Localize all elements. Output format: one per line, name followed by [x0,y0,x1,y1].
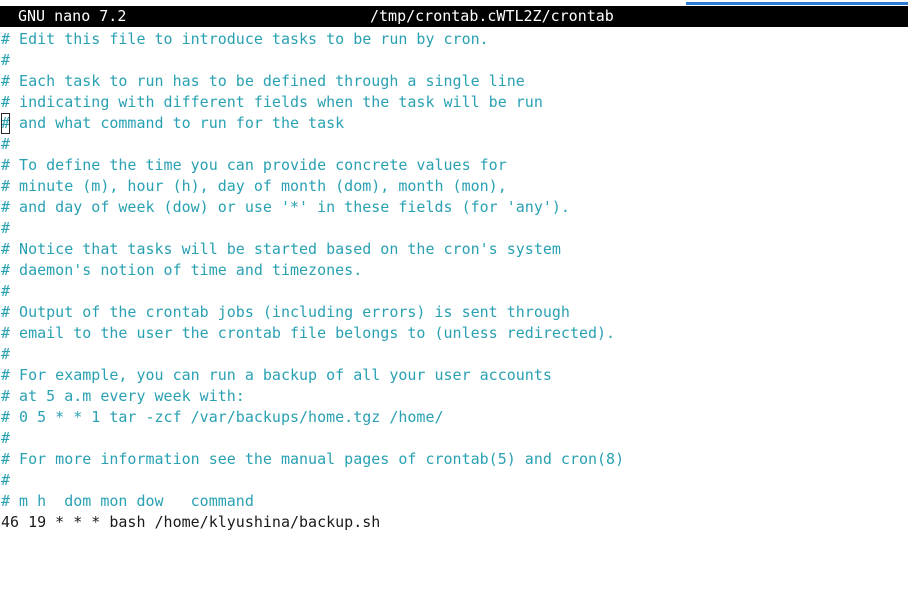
comment-line[interactable]: # at 5 a.m every week with: [1,386,907,407]
line-text: and what command to run for the task [10,114,345,132]
comment-line[interactable]: # [1,50,907,71]
comment-line[interactable]: # To define the time you can provide con… [1,155,907,176]
comment-line[interactable]: # Output of the crontab jobs (including … [1,302,907,323]
file-path-label: /tmp/crontab.cWTL2Z/crontab [370,7,614,25]
comment-line[interactable]: # For example, you can run a backup of a… [1,365,907,386]
window-accent-strip [686,2,908,5]
comment-line[interactable]: # email to the user the crontab file bel… [1,323,907,344]
app-version-label: GNU nano 7.2 [18,7,127,25]
comment-line[interactable]: # [1,470,907,491]
comment-line[interactable]: # [1,428,907,449]
comment-line[interactable]: # m h dom mon dow command [1,491,907,512]
comment-line[interactable]: # For more information see the manual pa… [1,449,907,470]
comment-line[interactable]: # 0 5 * * 1 tar -zcf /var/backups/home.t… [1,407,907,428]
comment-line[interactable]: # and day of week (dow) or use '*' in th… [1,197,907,218]
text-editor-area[interactable]: # Edit this file to introduce tasks to b… [1,29,907,533]
comment-line[interactable]: # Each task to run has to be defined thr… [1,71,907,92]
comment-line[interactable]: # indicating with different fields when … [1,92,907,113]
comment-line[interactable]: # [1,281,907,302]
nano-title-bar: GNU nano 7.2 /tmp/crontab.cWTL2Z/crontab [0,6,908,27]
comment-line[interactable]: # minute (m), hour (h), day of month (do… [1,176,907,197]
comment-line[interactable]: # [1,134,907,155]
comment-line[interactable]: # daemon's notion of time and timezones. [1,260,907,281]
comment-line[interactable]: # and what command to run for the task [1,113,907,134]
comment-line[interactable]: # [1,218,907,239]
comment-line[interactable]: # Edit this file to introduce tasks to b… [1,29,907,50]
comment-line[interactable]: # [1,344,907,365]
comment-line[interactable]: # Notice that tasks will be started base… [1,239,907,260]
text-cursor: # [1,113,11,134]
crontab-entry-line[interactable]: 46 19 * * * bash /home/klyushina/backup.… [1,512,907,533]
